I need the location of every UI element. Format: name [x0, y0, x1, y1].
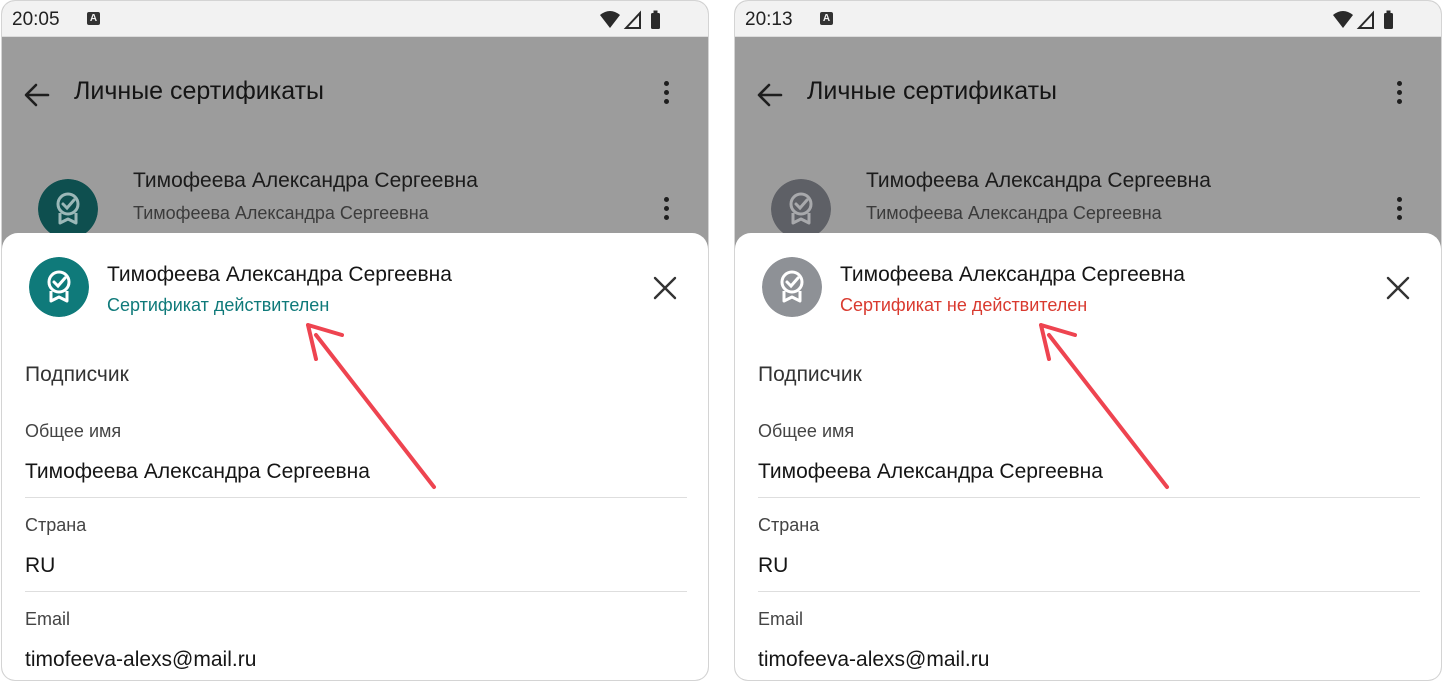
certificate-status: Сертификат не действителен: [840, 295, 1088, 315]
certificate-details-sheet: Тимофеева Александра Сергеевна Сертифика…: [2, 233, 708, 680]
page-title: Личные сертификаты: [807, 77, 1057, 105]
signal-icon: [623, 10, 641, 29]
field-value-country: RU: [25, 554, 56, 577]
section-title: Подписчик: [758, 363, 862, 386]
status-icons: [600, 10, 660, 29]
section-title: Подписчик: [25, 363, 129, 386]
certificate-badge-icon: [38, 179, 98, 239]
app-bar: Личные сертификаты: [2, 37, 708, 147]
sheet-name: Тимофеева Александра Сергеевна: [107, 263, 452, 286]
certificate-badge-icon: [29, 257, 89, 317]
field-label-common-name: Общее имя: [758, 421, 855, 441]
status-icons: [1333, 10, 1393, 29]
certificate-badge-icon: [762, 257, 822, 317]
app-bar: Личные сертификаты: [735, 37, 1441, 147]
certificate-list-item[interactable]: Тимофеева Александра Сергеевна Тимофеева…: [735, 147, 1441, 247]
page-title: Личные сертификаты: [74, 77, 324, 105]
battery-icon: [651, 10, 660, 29]
field-value-common-name: Тимофеева Александра Сергеевна: [25, 460, 370, 483]
back-arrow-icon[interactable]: [22, 80, 52, 110]
list-item-name: Тимофеева Александра Сергеевна: [133, 169, 478, 192]
wifi-icon: [600, 11, 620, 28]
certificate-status: Сертификат действителен: [107, 295, 330, 315]
field-label-email: Email: [25, 609, 71, 629]
status-bar: 20:13 A: [735, 1, 1441, 37]
list-item-subtitle: Тимофеева Александра Сергеевна: [866, 203, 1162, 223]
field-label-email: Email: [758, 609, 804, 629]
battery-icon: [1384, 10, 1393, 29]
field-value-common-name: Тимофеева Александра Сергеевна: [758, 460, 1103, 483]
certificate-list-item[interactable]: Тимофеева Александра Сергеевна Тимофеева…: [2, 147, 708, 247]
divider: [25, 591, 687, 592]
more-vert-icon[interactable]: [1393, 197, 1405, 227]
certificate-details-sheet: Тимофеева Александра Сергеевна Сертифика…: [735, 233, 1441, 680]
field-value-email: timofeeva-alexs@mail.ru: [758, 648, 990, 671]
field-label-common-name: Общее имя: [25, 421, 122, 441]
divider: [25, 497, 687, 498]
divider: [758, 497, 1420, 498]
notification-a-icon: A: [87, 12, 100, 25]
field-label-country: Страна: [758, 515, 820, 535]
more-vert-icon[interactable]: [660, 197, 672, 227]
field-value-country: RU: [758, 554, 789, 577]
status-time: 20:05: [12, 9, 60, 30]
certificate-badge-icon: [771, 179, 831, 239]
more-vert-icon[interactable]: [1393, 81, 1405, 111]
status-time: 20:13: [745, 9, 793, 30]
notification-a-icon: A: [820, 12, 833, 25]
back-arrow-icon[interactable]: [755, 80, 785, 110]
more-vert-icon[interactable]: [660, 81, 672, 111]
list-item-subtitle: Тимофеева Александра Сергеевна: [133, 203, 429, 223]
status-bar: 20:05 A: [2, 1, 708, 37]
wifi-icon: [1333, 11, 1353, 28]
phone-screen-invalid: 20:13 A Личные сертификаты Тимофеева Але…: [734, 0, 1442, 681]
signal-icon: [1356, 10, 1374, 29]
list-item-name: Тимофеева Александра Сергеевна: [866, 169, 1211, 192]
close-icon[interactable]: [652, 275, 678, 301]
divider: [758, 591, 1420, 592]
phone-screen-valid: 20:05 A Личные сертификаты Тимофеева Але…: [1, 0, 709, 681]
field-label-country: Страна: [25, 515, 87, 535]
sheet-name: Тимофеева Александра Сергеевна: [840, 263, 1185, 286]
close-icon[interactable]: [1385, 275, 1411, 301]
field-value-email: timofeeva-alexs@mail.ru: [25, 648, 257, 671]
